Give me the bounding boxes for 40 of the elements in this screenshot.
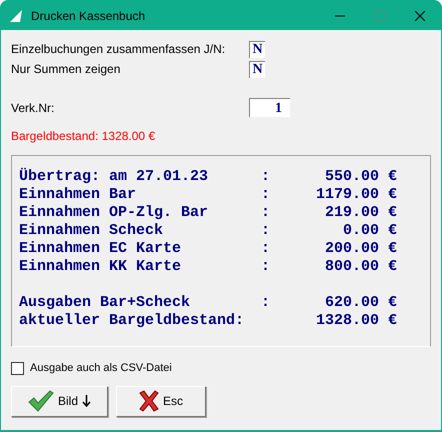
report-amount: 550.00 € <box>324 168 397 186</box>
report-amount: 0.00 € <box>342 222 397 240</box>
report-label: Einnahmen Scheck <box>19 222 164 240</box>
option-label: Einzelbuchungen zusammenfassen J/N: <box>11 41 226 58</box>
report-amount: 219.00 € <box>324 204 397 222</box>
report-separator: : <box>261 240 270 257</box>
esc-button[interactable]: Esc <box>116 386 206 416</box>
report-amount: 1328.00 € <box>314 312 397 330</box>
cross-icon <box>138 390 159 412</box>
report-amount: 200.00 € <box>324 240 397 258</box>
bild-button[interactable]: Bild <box>11 386 108 416</box>
csv-checkbox[interactable] <box>11 362 24 375</box>
report-amount: 800.00 € <box>324 258 397 276</box>
close-icon[interactable] <box>415 10 425 20</box>
down-arrow-icon <box>82 395 91 407</box>
report-label: Einnahmen KK Karte <box>19 258 182 276</box>
verk-nr-field[interactable]: 1 <box>249 98 290 117</box>
report-separator: : <box>261 258 270 275</box>
report-separator: : <box>261 186 270 203</box>
report-label: aktueller Bargeldbestand: <box>19 312 246 330</box>
cash-balance-text: Bargeldbestand: 1328.00 € <box>11 128 156 145</box>
check-icon <box>28 390 54 412</box>
report-separator: : <box>261 294 270 311</box>
verk-nr-label: Verk.Nr: <box>11 100 56 116</box>
report-label: Übertrag: am 27.01.23 <box>19 168 210 186</box>
csv-option-label: Ausgabe auch als CSV-Datei <box>30 361 172 376</box>
option-field[interactable]: N <box>249 40 265 58</box>
app-icon <box>9 8 23 22</box>
option-field[interactable]: N <box>249 60 265 78</box>
report-label: Ausgaben Bar+Scheck <box>19 294 192 312</box>
report-separator: : <box>261 168 270 185</box>
report-amount: 1179.00 € <box>314 186 397 204</box>
window-title: Drucken Kassenbuch <box>31 8 146 24</box>
report-separator: : <box>261 204 270 221</box>
report-amount: 620.00 € <box>324 294 397 312</box>
report-label: Einnahmen OP-Zlg. Bar <box>19 204 210 222</box>
report-label: Einnahmen Bar <box>19 186 138 204</box>
report-separator: : <box>261 222 270 239</box>
option-label: Nur Summen zeigen <box>11 61 122 78</box>
report-label: Einnahmen EC Karte <box>19 240 182 258</box>
